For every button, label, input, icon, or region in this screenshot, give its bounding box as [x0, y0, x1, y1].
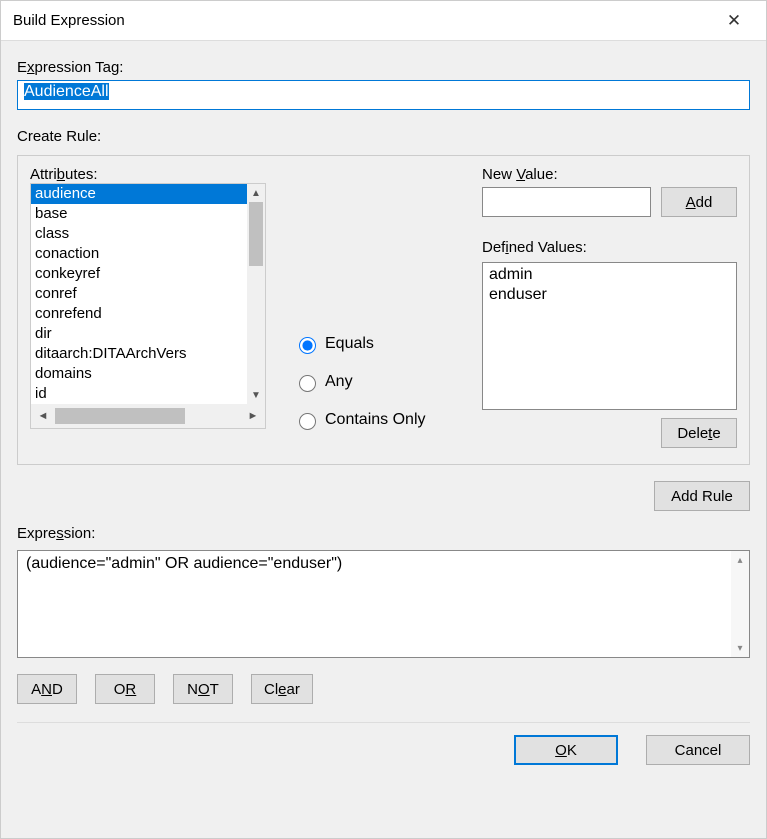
- new-value-input[interactable]: [482, 187, 651, 217]
- horizontal-scrollbar[interactable]: ◄ ►: [31, 404, 265, 428]
- defined-value-item[interactable]: enduser: [489, 285, 730, 305]
- scroll-left-icon[interactable]: ◄: [31, 404, 55, 428]
- expression-label: Expression:: [17, 525, 750, 542]
- radio-any-input[interactable]: [299, 375, 316, 392]
- attribute-item[interactable]: base: [31, 204, 265, 224]
- attribute-item[interactable]: ditaarch:DITAArchVers: [31, 344, 265, 364]
- expression-tag-label: Expression Tag:: [17, 59, 750, 76]
- attributes-label: Attributes:: [30, 166, 266, 183]
- scroll-thumb[interactable]: [249, 202, 263, 266]
- hscroll-thumb[interactable]: [55, 408, 185, 424]
- attribute-item[interactable]: class: [31, 224, 265, 244]
- create-rule-group: Attributes: audiencebaseclassconactionco…: [17, 155, 750, 465]
- expression-value: (audience="admin" OR audience="enduser"): [26, 555, 342, 572]
- radio-any[interactable]: Any: [294, 372, 454, 392]
- scroll-down-icon[interactable]: ▼: [247, 386, 265, 404]
- clear-button[interactable]: Clear: [251, 674, 313, 704]
- expression-tag-value: AudienceAll: [24, 83, 109, 100]
- ok-button[interactable]: OK: [514, 735, 618, 765]
- build-expression-dialog: Build Expression ✕ Expression Tag: Audie…: [0, 0, 767, 839]
- delete-button[interactable]: Delete: [661, 418, 737, 448]
- radio-equals[interactable]: Equals: [294, 334, 454, 354]
- and-button[interactable]: AND: [17, 674, 77, 704]
- vertical-scrollbar[interactable]: ▲ ▼: [247, 184, 265, 404]
- cancel-button[interactable]: Cancel: [646, 735, 750, 765]
- radio-contains-only[interactable]: Contains Only: [294, 410, 454, 430]
- scroll-up-icon[interactable]: ▲: [247, 184, 265, 202]
- defined-values-listbox[interactable]: adminenduser: [482, 262, 737, 410]
- attribute-item[interactable]: id: [31, 384, 265, 404]
- expr-scroll-up-icon[interactable]: ▴: [731, 551, 749, 569]
- radio-equals-input[interactable]: [299, 337, 316, 354]
- attribute-item[interactable]: conref: [31, 284, 265, 304]
- attribute-item[interactable]: audience: [31, 184, 265, 204]
- radio-equals-label: Equals: [325, 335, 374, 353]
- expression-tag-input[interactable]: AudienceAll: [17, 80, 750, 110]
- titlebar: Build Expression ✕: [1, 1, 766, 41]
- defined-values-label: Defined Values:: [482, 239, 737, 256]
- new-value-label: New Value:: [482, 166, 737, 183]
- not-button[interactable]: NOT: [173, 674, 233, 704]
- radio-any-label: Any: [325, 373, 353, 391]
- attribute-item[interactable]: conkeyref: [31, 264, 265, 284]
- create-rule-label: Create Rule:: [17, 128, 750, 145]
- attribute-item[interactable]: dir: [31, 324, 265, 344]
- or-button[interactable]: OR: [95, 674, 155, 704]
- attributes-listbox[interactable]: audiencebaseclassconactionconkeyrefconre…: [30, 183, 266, 429]
- close-icon[interactable]: ✕: [714, 11, 754, 31]
- expression-scrollbar[interactable]: ▴ ▾: [731, 551, 749, 657]
- attribute-item[interactable]: domains: [31, 364, 265, 384]
- add-button[interactable]: Add: [661, 187, 737, 217]
- scroll-right-icon[interactable]: ►: [241, 404, 265, 428]
- window-title: Build Expression: [13, 12, 125, 29]
- expr-scroll-down-icon[interactable]: ▾: [731, 639, 749, 657]
- attribute-item[interactable]: conaction: [31, 244, 265, 264]
- expression-textarea[interactable]: (audience="admin" OR audience="enduser")…: [17, 550, 750, 658]
- radio-contains-only-label: Contains Only: [325, 411, 426, 429]
- add-rule-button[interactable]: Add Rule: [654, 481, 750, 511]
- defined-value-item[interactable]: admin: [489, 265, 730, 285]
- attribute-item[interactable]: conrefend: [31, 304, 265, 324]
- radio-contains-only-input[interactable]: [299, 413, 316, 430]
